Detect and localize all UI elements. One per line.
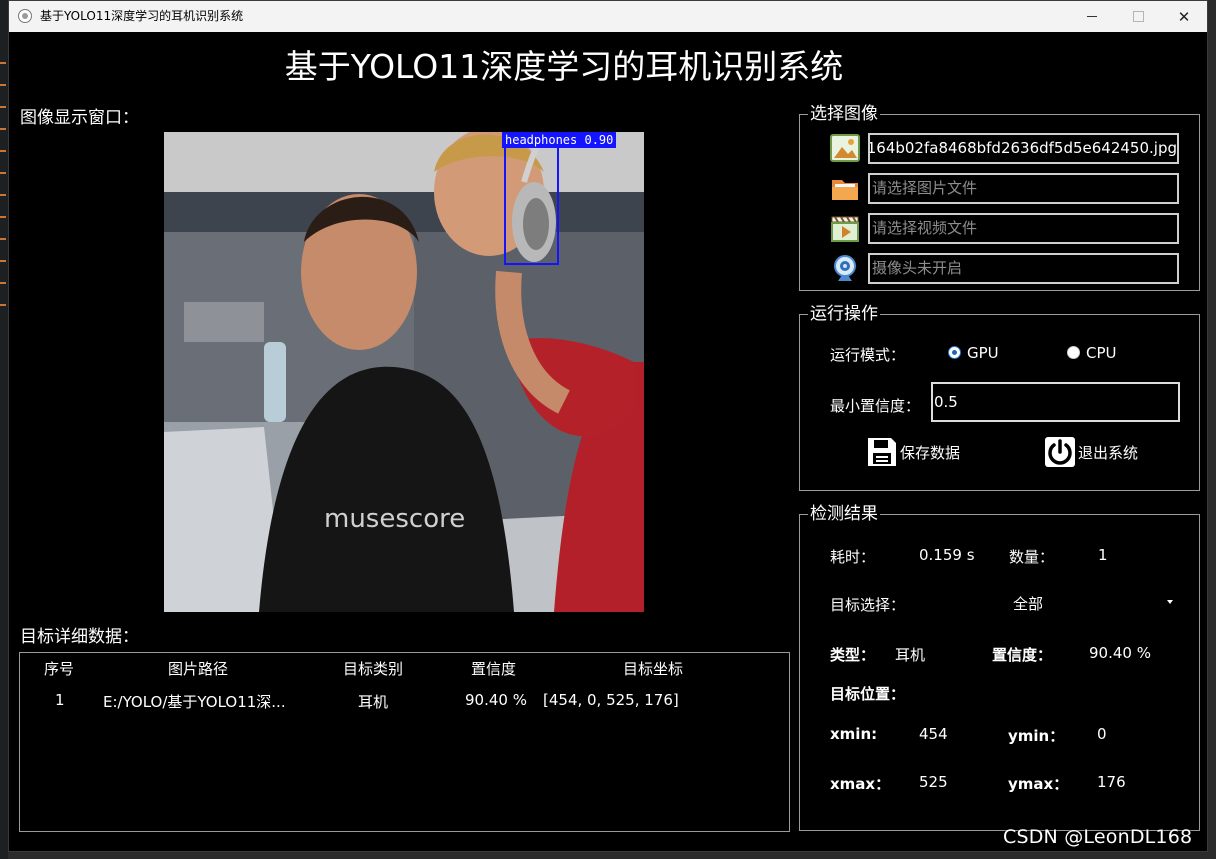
target-select-value: 全部 [1013, 595, 1044, 613]
window-title: 基于YOLO11深度学习的耳机识别系统 [40, 9, 244, 23]
column-header-class[interactable]: 目标类别 [343, 658, 403, 679]
count-value: 1 [1098, 546, 1108, 564]
cell-path: E:/YOLO/基于YOLO11深... [103, 693, 286, 711]
image-icon[interactable] [830, 133, 860, 163]
results-group: 检测结果 耗时： 0.159 s 数量： 1 目标选择： 全部 类型： 耳机 置… [799, 504, 1200, 831]
xmin-label: xmin: [830, 725, 878, 743]
close-button[interactable] [1161, 1, 1207, 32]
minimize-button[interactable] [1069, 1, 1115, 32]
confidence-value: 90.40 % [1089, 644, 1151, 662]
cpu-option-label[interactable]: CPU [1086, 344, 1117, 362]
select-image-title: 选择图像 [808, 104, 880, 124]
video-path-input[interactable]: 请选择视频文件 [868, 213, 1179, 244]
min-confidence-label: 最小置信度： [830, 397, 921, 415]
xmax-label: xmax： [830, 775, 891, 793]
cell-confidence: 90.40 % [465, 691, 527, 709]
column-header-coordinates[interactable]: 目标坐标 [623, 658, 683, 679]
xmin-value: 454 [919, 725, 948, 743]
column-header-confidence[interactable]: 置信度 [471, 658, 516, 679]
cell-index: 1 [55, 691, 65, 709]
cpu-radio[interactable] [1067, 346, 1080, 359]
background-window-strip [0, 0, 8, 859]
exit-system-label: 退出系统 [1078, 443, 1139, 462]
camera-status-field[interactable]: 摄像头未开启 [868, 253, 1179, 284]
results-title: 检测结果 [808, 504, 880, 524]
count-label: 数量： [1009, 548, 1055, 566]
folder-icon[interactable] [830, 173, 860, 203]
run-title: 运行操作 [808, 304, 880, 324]
detection-box [504, 145, 559, 265]
save-data-label: 保存数据 [900, 443, 961, 462]
select-image-group: 选择图像 5164b02fa8468bfd2636df5d5e642450.jp… [799, 104, 1200, 291]
ymin-label: ymin： [1008, 727, 1065, 745]
column-header-index[interactable]: 序号 [44, 658, 74, 679]
chevron-down-icon [1167, 600, 1173, 604]
app-heading: 基于YOLO11深度学习的耳机识别系统 [284, 47, 844, 86]
gpu-radio[interactable] [948, 346, 961, 359]
save-data-button[interactable]: 保存数据 [866, 436, 960, 468]
image-file-input[interactable]: 5164b02fa8468bfd2636df5d5e642450.jpg [868, 133, 1179, 164]
confidence-label: 置信度： [992, 646, 1053, 664]
app-window: 基于YOLO11深度学习的耳机识别系统 基于YOLO11深度学习的耳机识别系统 … [8, 0, 1208, 852]
xmax-value: 525 [919, 773, 948, 791]
ymax-label: ymax： [1008, 775, 1069, 793]
gpu-option-label[interactable]: GPU [967, 344, 999, 362]
exit-system-button[interactable]: 退出系统 [1044, 436, 1138, 468]
time-label: 耗时： [830, 548, 876, 566]
camera-icon[interactable] [830, 253, 860, 283]
ymin-value: 0 [1097, 725, 1107, 743]
detail-table: 序号 图片路径 目标类别 置信度 目标坐标 1 E:/YOLO/基于YOLO11… [19, 652, 790, 832]
watermark: CSDN @LeonDL168 [1003, 826, 1193, 848]
time-value: 0.159 s [919, 546, 975, 564]
title-bar: 基于YOLO11深度学习的耳机识别系统 [9, 1, 1207, 32]
cell-class: 耳机 [358, 693, 389, 711]
cell-coordinates: [454, 0, 525, 176] [543, 691, 679, 709]
image-display: musescore headphones 0.90 [164, 132, 644, 612]
video-icon[interactable] [830, 213, 860, 243]
target-select-label: 目标选择： [830, 596, 906, 614]
mode-label: 运行模式： [830, 346, 906, 364]
save-icon [868, 438, 896, 466]
detail-label: 目标详细数据： [20, 627, 139, 647]
ymax-value: 176 [1097, 773, 1126, 791]
detection-photo: musescore [164, 132, 644, 612]
image-path-input[interactable]: 请选择图片文件 [868, 173, 1179, 204]
app-icon [18, 9, 32, 23]
type-value: 耳机 [895, 646, 926, 664]
type-label: 类型： [830, 646, 876, 664]
svg-text:musescore: musescore [324, 504, 465, 534]
min-confidence-input[interactable]: 0.5 [931, 382, 1180, 422]
image-panel-label: 图像显示窗口： [20, 108, 139, 128]
power-icon [1045, 437, 1075, 467]
run-group: 运行操作 运行模式： GPU CPU 最小置信度： 0.5 保存数据 退出系统 [799, 304, 1200, 491]
target-select-dropdown[interactable]: 全部 [980, 591, 1180, 615]
maximize-button[interactable] [1115, 1, 1161, 32]
detection-label: headphones 0.90 [502, 132, 617, 148]
position-label: 目标位置： [830, 685, 906, 703]
column-header-path[interactable]: 图片路径 [168, 658, 228, 679]
